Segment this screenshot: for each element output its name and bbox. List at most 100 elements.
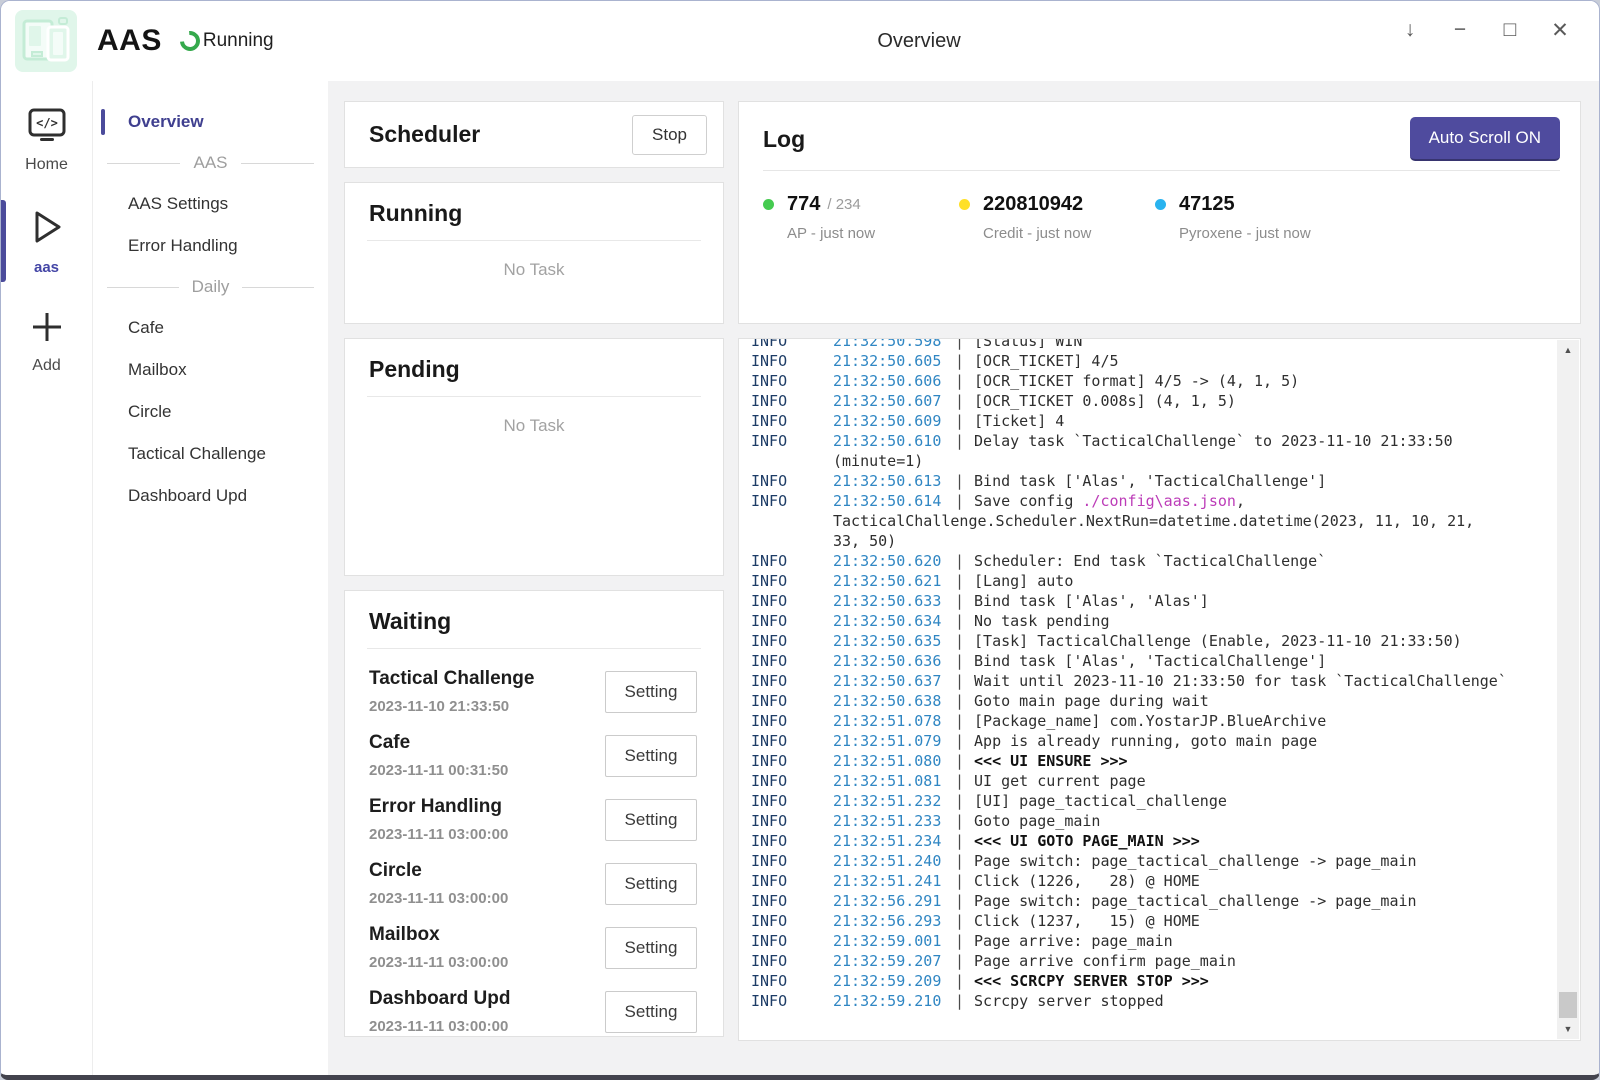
log-timestamp: 21:32:59.210	[833, 991, 953, 1011]
stop-button[interactable]: Stop	[632, 115, 707, 155]
log-message: Save config	[974, 492, 1082, 510]
log-message: ,	[1236, 492, 1245, 510]
rail-item-home[interactable]: </>Home	[1, 103, 92, 178]
log-separator: |	[955, 472, 964, 490]
log-timestamp: 21:32:50.609	[833, 411, 953, 431]
stat-item: 220810942 Credit - just now	[959, 193, 1155, 242]
log-message: [Status] WIN	[974, 338, 1082, 350]
waiting-task-row: Tactical Challenge2023-11-10 21:33:50Set…	[369, 668, 697, 715]
scroll-up-icon[interactable]: ▲	[1557, 340, 1579, 360]
log-timestamp: 21:32:51.233	[833, 811, 953, 831]
nav-item-overview[interactable]: Overview	[93, 101, 328, 143]
update-button[interactable]: ↓	[1385, 9, 1435, 51]
log-message: Goto main page during wait	[974, 692, 1209, 710]
nav-item-error-handling[interactable]: Error Handling	[93, 225, 328, 267]
log-output[interactable]: INFO21:32:50.598|[Status] WININFO21:32:5…	[738, 338, 1581, 1041]
nav-item-circle[interactable]: Circle	[93, 391, 328, 433]
resource-stats: 774/ 234AP - just now220810942Credit - j…	[739, 171, 1580, 242]
log-row: INFO21:32:50.607|[OCR_TICKET 0.008s] (4,…	[751, 391, 1550, 411]
log-row: INFO21:32:50.621|[Lang] auto	[751, 571, 1550, 591]
close-button[interactable]: ✕	[1535, 9, 1585, 51]
log-message: [OCR_TICKET 0.008s] (4, 1, 5)	[974, 392, 1236, 410]
setting-button[interactable]: Setting	[605, 671, 697, 713]
maximize-button[interactable]: □	[1485, 9, 1535, 51]
setting-button[interactable]: Setting	[605, 927, 697, 969]
log-title: Log	[763, 126, 805, 153]
log-message: Scrcpy server stopped	[974, 992, 1164, 1010]
log-row: INFO21:32:50.613|Bind task ['Alas', 'Tac…	[751, 471, 1550, 491]
log-row: INFO21:32:50.635|[Task] TacticalChalleng…	[751, 631, 1550, 651]
log-separator: |	[955, 852, 964, 870]
stat-dot-icon	[763, 199, 774, 210]
stat-label: Credit - just now	[983, 225, 1155, 242]
log-level: INFO	[751, 431, 833, 451]
log-message: App is already running, goto main page	[974, 732, 1317, 750]
log-row: INFO21:32:51.234|<<< UI GOTO PAGE_MAIN >…	[751, 831, 1550, 851]
log-row: TacticalChallenge.Scheduler.NextRun=date…	[751, 511, 1550, 531]
log-row: INFO21:32:51.078|[Package_name] com.Yost…	[751, 711, 1550, 731]
log-scrollbar[interactable]: ▲ ▼	[1557, 340, 1579, 1039]
code-monitor-icon: </>	[27, 107, 67, 150]
log-message: <<< SCRCPY SERVER STOP >>>	[974, 972, 1209, 990]
setting-button[interactable]: Setting	[605, 863, 697, 905]
log-timestamp: 21:32:51.081	[833, 771, 953, 791]
rail-item-aas[interactable]: aas	[1, 202, 92, 280]
stat-dot-icon	[1155, 199, 1166, 210]
log-level: INFO	[751, 411, 833, 431]
running-card: Running No Task	[344, 182, 724, 324]
waiting-task-row: Circle2023-11-11 03:00:00Setting	[369, 860, 697, 907]
log-level: INFO	[751, 851, 833, 871]
log-timestamp: 21:32:51.240	[833, 851, 953, 871]
log-timestamp: 21:32:50.606	[833, 371, 953, 391]
log-separator: |	[955, 892, 964, 910]
log-timestamp: 21:32:50.636	[833, 651, 953, 671]
setting-button[interactable]: Setting	[605, 799, 697, 841]
stat-value: 220810942	[983, 193, 1083, 216]
rail-item-label: aas	[34, 259, 59, 276]
rail-item-add[interactable]: Add	[1, 304, 92, 379]
nav-item-aas-settings[interactable]: AAS Settings	[93, 183, 328, 225]
app-name: AAS	[97, 24, 162, 58]
log-row: INFO21:32:51.081|UI get current page	[751, 771, 1550, 791]
nav-item-mailbox[interactable]: Mailbox	[93, 349, 328, 391]
log-level: INFO	[751, 771, 833, 791]
waiting-task-next-run: 2023-11-10 21:33:50	[369, 698, 534, 715]
left-rail: </>Home aas Add	[1, 81, 93, 1075]
log-timestamp: 21:32:50.614	[833, 491, 953, 511]
log-row: INFO21:32:59.209|<<< SCRCPY SERVER STOP …	[751, 971, 1550, 991]
log-separator: |	[955, 338, 964, 350]
log-level: INFO	[751, 391, 833, 411]
log-row: 33, 50)	[751, 531, 1550, 551]
nav-item-tactical-challenge[interactable]: Tactical Challenge	[93, 433, 328, 475]
log-timestamp: 21:32:51.232	[833, 791, 953, 811]
minimize-button[interactable]: −	[1435, 9, 1485, 51]
setting-button[interactable]: Setting	[605, 735, 697, 777]
log-level: INFO	[751, 971, 833, 991]
log-row: INFO21:32:51.240|Page switch: page_tacti…	[751, 851, 1550, 871]
log-row: INFO21:32:51.079|App is already running,…	[751, 731, 1550, 751]
setting-button[interactable]: Setting	[605, 991, 697, 1033]
log-level: INFO	[751, 471, 833, 491]
log-separator: |	[955, 952, 964, 970]
nav-item-dashboard-upd[interactable]: Dashboard Upd	[93, 475, 328, 517]
auto-scroll-button[interactable]: Auto Scroll ON	[1410, 117, 1560, 161]
log-row: INFO21:32:50.609|[Ticket] 4	[751, 411, 1550, 431]
plus-icon	[28, 308, 66, 351]
log-timestamp: 21:32:51.079	[833, 731, 953, 751]
running-empty-text: No Task	[345, 260, 723, 280]
running-title: Running	[369, 200, 699, 227]
log-level: INFO	[751, 731, 833, 751]
log-row: INFO21:32:50.606|[OCR_TICKET format] 4/5…	[751, 371, 1550, 391]
waiting-task-name: Dashboard Upd	[369, 988, 510, 1010]
log-level: INFO	[751, 651, 833, 671]
scrollbar-thumb[interactable]	[1559, 992, 1577, 1018]
log-timestamp: 21:32:50.620	[833, 551, 953, 571]
play-icon	[28, 206, 66, 253]
log-row: (minute=1)	[751, 451, 1550, 471]
nav-item-cafe[interactable]: Cafe	[93, 307, 328, 349]
log-timestamp: 21:32:56.293	[833, 911, 953, 931]
log-separator: |	[955, 492, 964, 510]
pending-card: Pending No Task	[344, 338, 724, 576]
log-separator: |	[955, 692, 964, 710]
scroll-down-icon[interactable]: ▼	[1557, 1019, 1579, 1039]
